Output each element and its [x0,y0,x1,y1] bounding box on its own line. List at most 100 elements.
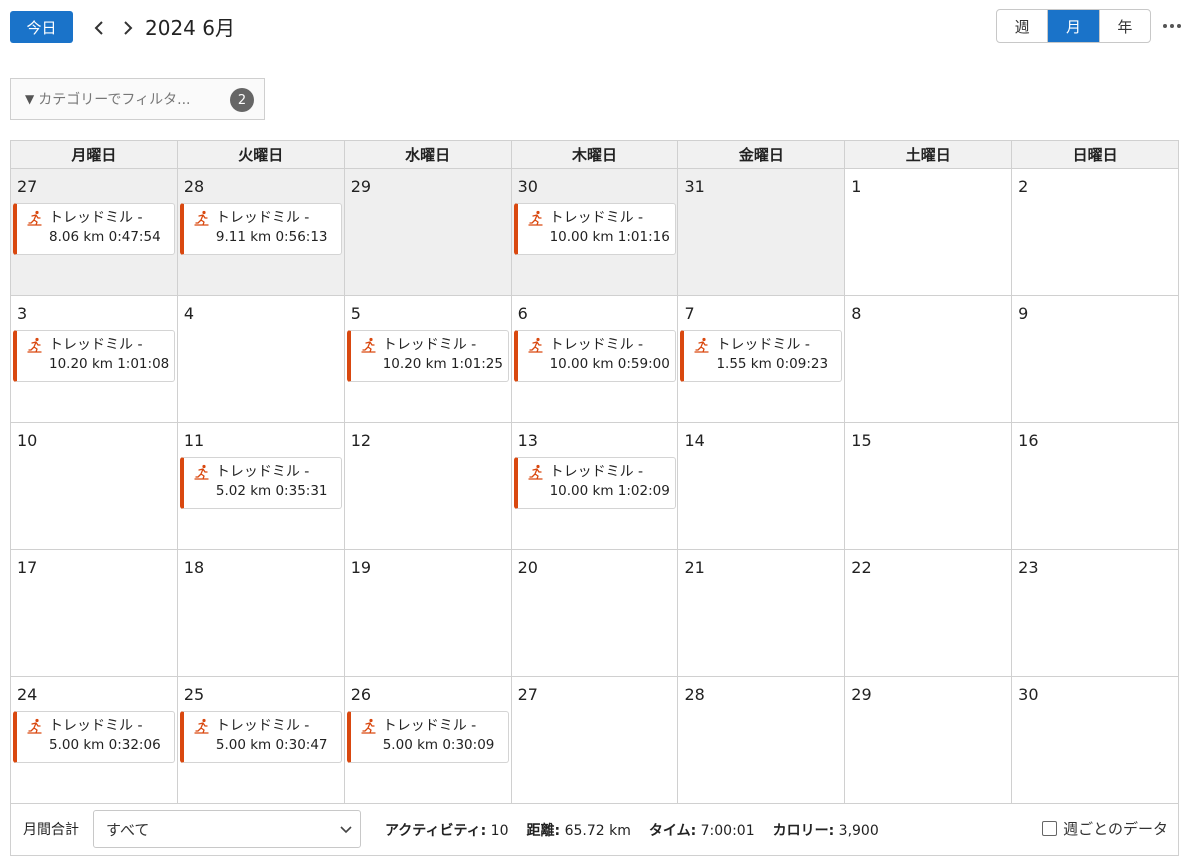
activity-event[interactable]: トレッドミル - 5.02 km 0:35:31 [179,457,342,509]
event-detail: 9.11 km 0:56:13 [215,229,328,245]
day-number: 6 [517,304,528,323]
stat-label: カロリー: [772,823,835,839]
treadmill-icon [194,464,209,480]
day-number: 29 [851,685,872,704]
day-cell[interactable]: 17 [11,550,178,676]
day-number: 20 [517,558,538,577]
day-number: 14 [684,431,705,450]
day-cell[interactable]: 27 トレッドミル - 8.06 km 0:47:54 [11,169,178,295]
stat-distance: 距離: 65.72 km [527,820,631,840]
weekday-label: 月曜日 [11,141,178,168]
treadmill-icon [27,718,42,734]
chevron-down-icon [340,826,352,834]
day-cell[interactable]: 11 トレッドミル - 5.02 km 0:35:31 [178,423,345,549]
filter-count-badge: 2 [230,88,254,112]
day-number: 30 [517,177,538,196]
day-cell[interactable]: 30 トレッドミル - 10.00 km 1:01:16 [511,169,679,295]
activity-event[interactable]: トレッドミル - 9.11 km 0:56:13 [179,203,342,255]
day-cell[interactable]: 29 [845,677,1013,803]
summary-stats: アクティビティ: 10 距離: 65.72 km タイム: 7:00:01 カロ… [385,820,879,840]
day-cell[interactable]: 21 [678,550,846,676]
day-cell[interactable]: 25 トレッドミル - 5.00 km 0:30:47 [178,677,345,803]
activity-event[interactable]: トレッドミル - 10.20 km 1:01:08 [13,330,175,382]
stat-calories: カロリー: 3,900 [773,820,879,840]
activity-event[interactable]: トレッドミル - 5.00 km 0:30:47 [179,711,342,763]
activity-event[interactable]: トレッドミル - 10.00 km 1:01:16 [513,203,676,255]
day-cell[interactable]: 9 [1012,296,1178,422]
day-cell[interactable]: 31 [678,169,846,295]
activity-event[interactable]: トレッドミル - 10.20 km 1:01:25 [346,330,509,382]
day-cell[interactable]: 27 [512,677,679,803]
stat-label: 距離: [526,823,561,839]
activity-event[interactable]: トレッドミル - 10.00 km 0:59:00 [513,330,676,382]
day-cell[interactable]: 7 トレッドミル - 1.55 km 0:09:23 [678,296,846,422]
view-week-button[interactable]: 週 [997,10,1049,42]
activity-event[interactable]: トレッドミル - 8.06 km 0:47:54 [13,203,175,255]
day-cell[interactable]: 3 トレッドミル - 10.20 km 1:01:08 [11,296,178,422]
day-number: 28 [183,177,205,196]
week-row: 3 トレッドミル - 10.20 km 1:01:08 4 5 トレッドミル - 10.20… [11,296,1178,423]
day-cell[interactable]: 2 [1012,169,1178,295]
day-number: 7 [684,304,695,323]
event-title-line: トレッドミル - [361,717,508,735]
day-cell[interactable]: 28 トレッドミル - 9.11 km 0:56:13 [177,169,345,295]
chevron-left-icon [94,21,103,35]
weekly-data-label: 週ごとのデータ [1063,820,1168,838]
day-cell[interactable]: 4 [178,296,345,422]
day-number: 24 [17,685,38,704]
event-detail: 10.00 km 1:02:09 [549,483,670,499]
day-number: 5 [350,304,361,323]
day-cell[interactable]: 8 [845,296,1013,422]
day-number: 25 [183,685,205,704]
today-button[interactable]: 今日 [10,11,73,43]
stat-activities: アクティビティ: 10 [385,820,509,840]
day-number: 27 [17,177,38,196]
activity-event[interactable]: トレッドミル - 5.00 km 0:32:06 [13,711,175,763]
day-cell[interactable]: 18 [178,550,345,676]
treadmill-icon [361,718,376,734]
day-cell[interactable]: 5 トレッドミル - 10.20 km 1:01:25 [345,296,512,422]
more-options-button[interactable] [1160,16,1184,36]
day-cell[interactable]: 16 [1012,423,1178,549]
day-cell[interactable]: 30 [1012,677,1178,803]
event-title-line: トレッドミル - [194,463,341,481]
view-month-button[interactable]: 月 [1048,10,1100,42]
week-row: 10 11 トレッドミル -5.02 km 0:35:31 12 13 トレッドミル -1… [11,423,1178,550]
day-cell[interactable]: 13 トレッドミル - 10.00 km 1:02:09 [512,423,679,549]
event-title: トレッドミル - [215,464,310,480]
day-cell[interactable]: 15 [845,423,1013,549]
day-cell[interactable]: 22 [845,550,1013,676]
day-cell[interactable]: 1 [845,169,1013,295]
event-detail: 5.00 km 0:30:09 [382,737,495,753]
week-row: 24 トレッドミル - 5.00 km 0:32:06 25 トレッドミル - 5.00 … [11,677,1178,804]
day-cell[interactable]: 10 [11,423,178,549]
next-month-button[interactable] [117,15,139,41]
category-filter[interactable]: ▼ カテゴリーでフィルタ... 2 [10,78,265,120]
day-cell[interactable]: 23 [1012,550,1178,676]
day-cell[interactable]: 12 [345,423,512,549]
activity-event[interactable]: トレッドミル - 5.00 km 0:30:09 [346,711,509,763]
view-year-button[interactable]: 年 [1100,10,1150,42]
event-title: トレッドミル - [215,210,310,226]
day-number: 18 [183,558,205,577]
day-cell[interactable]: 29 [344,169,512,295]
event-detail: 1.55 km 0:09:23 [716,356,829,372]
day-cell[interactable]: 20 [512,550,679,676]
event-title: トレッドミル - [549,337,644,353]
day-number: 17 [17,558,38,577]
event-detail: 10.00 km 1:01:16 [549,229,670,245]
weekly-data-toggle[interactable]: 週ごとのデータ [1042,818,1168,839]
month-calendar: 月曜日 火曜日 水曜日 木曜日 金曜日 土曜日 日曜日 27 トレッドミル -8.06 km … [10,140,1179,856]
day-cell[interactable]: 26 トレッドミル - 5.00 km 0:30:09 [345,677,512,803]
activity-event[interactable]: トレッドミル - 1.55 km 0:09:23 [680,330,843,382]
day-cell[interactable]: 28 [678,677,846,803]
day-cell[interactable]: 14 [678,423,846,549]
prev-month-button[interactable] [88,15,110,41]
activity-event[interactable]: トレッドミル - 10.00 km 1:02:09 [513,457,676,509]
activity-type-select[interactable]: すべて [93,810,361,848]
day-cell[interactable]: 6 トレッドミル - 10.00 km 0:59:00 [512,296,679,422]
day-cell[interactable]: 24 トレッドミル - 5.00 km 0:32:06 [11,677,178,803]
weekly-data-checkbox[interactable] [1042,821,1058,836]
week-row: 17 18 19 20 21 22 23 [11,550,1178,677]
day-cell[interactable]: 19 [345,550,512,676]
